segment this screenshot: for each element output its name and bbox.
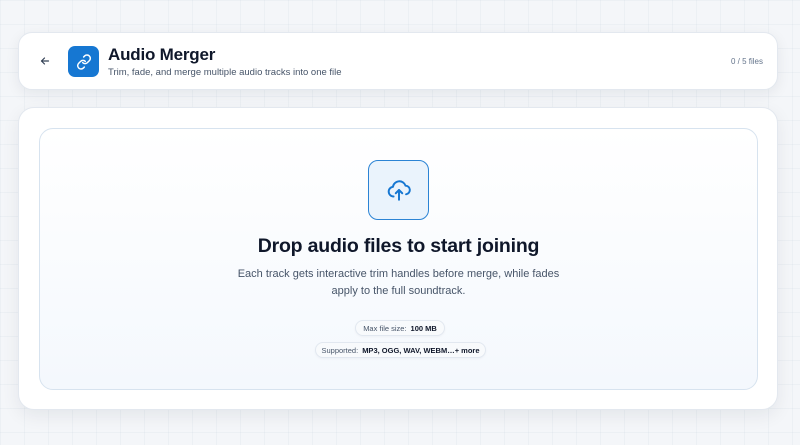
supported-formats-value: MP3, OGG, WAV, WEBM…+ more — [362, 345, 480, 355]
supported-formats-badge: Supported: MP3, OGG, WAV, WEBM…+ more — [315, 342, 486, 358]
file-dropzone[interactable]: Drop audio files to start joining Each t… — [39, 128, 758, 390]
header-card: Audio Merger Trim, fade, and merge multi… — [18, 32, 778, 90]
dropzone-title: Drop audio files to start joining — [257, 235, 540, 257]
main-card: Drop audio files to start joining Each t… — [18, 107, 778, 410]
supported-formats-label: Supported: — [321, 345, 359, 355]
max-file-size-badge: Max file size: 100 MB — [355, 320, 445, 336]
max-file-size-value: 100 MB — [410, 323, 437, 333]
dropzone-description-line1: Each track gets interactive trim handles… — [237, 268, 560, 280]
cloud-upload-icon — [387, 180, 411, 201]
dropzone-description-line2: apply to the full soundtrack. — [331, 285, 466, 297]
link-icon — [76, 53, 91, 70]
max-file-size-label: Max file size: — [363, 323, 407, 333]
dropzone-description: Each track gets interactive trim handles… — [40, 266, 757, 300]
app-logo — [68, 46, 99, 77]
upload-button[interactable] — [368, 160, 429, 220]
file-count: 0 / 5 files — [730, 57, 763, 66]
page-subtitle: Trim, fade, and merge multiple audio tra… — [108, 67, 342, 78]
back-button[interactable] — [35, 51, 55, 71]
page-title: Audio Merger — [108, 45, 216, 64]
arrow-left-icon — [40, 57, 50, 65]
